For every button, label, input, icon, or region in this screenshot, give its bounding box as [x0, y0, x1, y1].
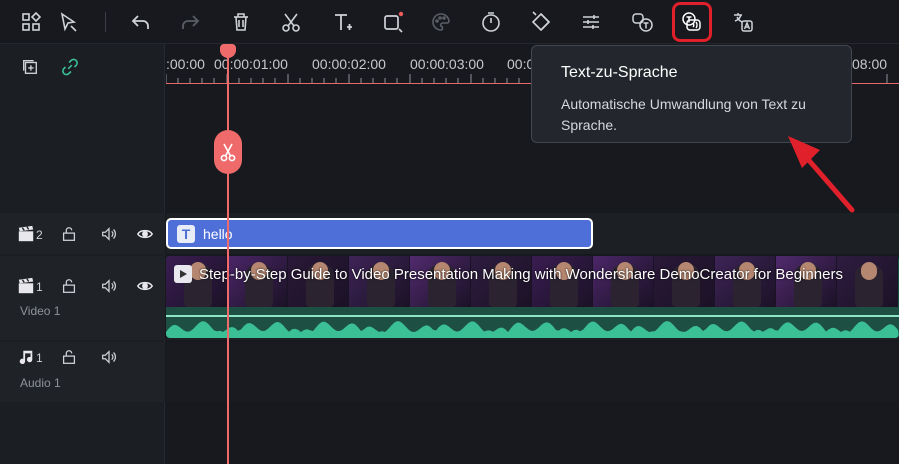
clapper-icon [16, 276, 36, 296]
volume-icon[interactable] [99, 347, 119, 367]
redo-icon[interactable] [174, 6, 206, 38]
text-clip-badge: T [177, 224, 195, 243]
tick-label: 00:00:02:00 [312, 56, 386, 72]
delete-icon[interactable] [225, 6, 257, 38]
audio-track-row[interactable] [166, 342, 899, 402]
tick-label: 00:00:01:00 [214, 56, 288, 72]
clapper-icon [16, 224, 36, 244]
crop-icon[interactable] [377, 6, 409, 38]
track-number: 1 [36, 280, 43, 294]
scissors-icon [220, 143, 236, 162]
tick-label: :00:00 [166, 56, 205, 72]
playhead-line[interactable] [227, 46, 229, 464]
toolbar [0, 0, 899, 44]
track-number: 2 [36, 228, 43, 242]
adjust-icon[interactable] [575, 6, 607, 38]
video-clip-title: Step-by-Step Guide to Video Presentation… [174, 265, 843, 283]
tick-label: 00:00:03:00 [410, 56, 484, 72]
play-icon [174, 265, 192, 283]
audio-waveform [166, 315, 899, 338]
text-icon[interactable] [327, 6, 359, 38]
text-to-speech-icon[interactable] [676, 6, 708, 38]
track-number: 1 [36, 351, 43, 365]
audio-track-header: 1 Audio 1 [0, 342, 165, 402]
undo-icon[interactable] [125, 6, 157, 38]
video-clip[interactable]: Step-by-Step Guide to Video Presentation… [166, 256, 899, 338]
track-name: Audio 1 [20, 376, 61, 390]
toolbar-divider [105, 12, 106, 32]
split-icon[interactable] [275, 6, 307, 38]
volume-icon[interactable] [99, 224, 119, 244]
text-track-header: 2 [0, 213, 165, 254]
video-thumbnail [837, 256, 898, 307]
split-at-playhead-button[interactable] [214, 130, 242, 174]
speed-timer-icon[interactable] [475, 6, 507, 38]
color-palette-icon[interactable] [425, 6, 457, 38]
transition-icon[interactable] [525, 6, 557, 38]
tick-label: 08:00 [852, 56, 888, 72]
annotation-arrow [788, 136, 855, 213]
eye-icon[interactable] [135, 276, 155, 296]
translate-icon[interactable] [727, 6, 759, 38]
select-tool-icon[interactable] [52, 6, 84, 38]
track-header-panel: 2 1 Video 1 1 Audio 1 [0, 44, 165, 464]
lock-icon[interactable] [59, 224, 79, 244]
add-track-icon[interactable] [19, 56, 41, 78]
video-track-header: 1 Video 1 [0, 256, 165, 340]
music-note-icon [16, 347, 36, 367]
speech-to-text-icon[interactable] [626, 6, 658, 38]
layout-icon[interactable] [15, 6, 47, 38]
video-clip-title-text: Step-by-Step Guide to Video Presentation… [199, 265, 843, 283]
tooltip-title: Text-zu-Sprache [561, 64, 678, 81]
volume-icon[interactable] [99, 276, 119, 296]
link-icon[interactable] [59, 56, 81, 78]
track-name: Video 1 [20, 304, 61, 318]
lock-icon[interactable] [59, 276, 79, 296]
eye-icon[interactable] [135, 224, 155, 244]
lock-icon[interactable] [59, 347, 79, 367]
text-clip[interactable]: T hello [166, 218, 593, 249]
